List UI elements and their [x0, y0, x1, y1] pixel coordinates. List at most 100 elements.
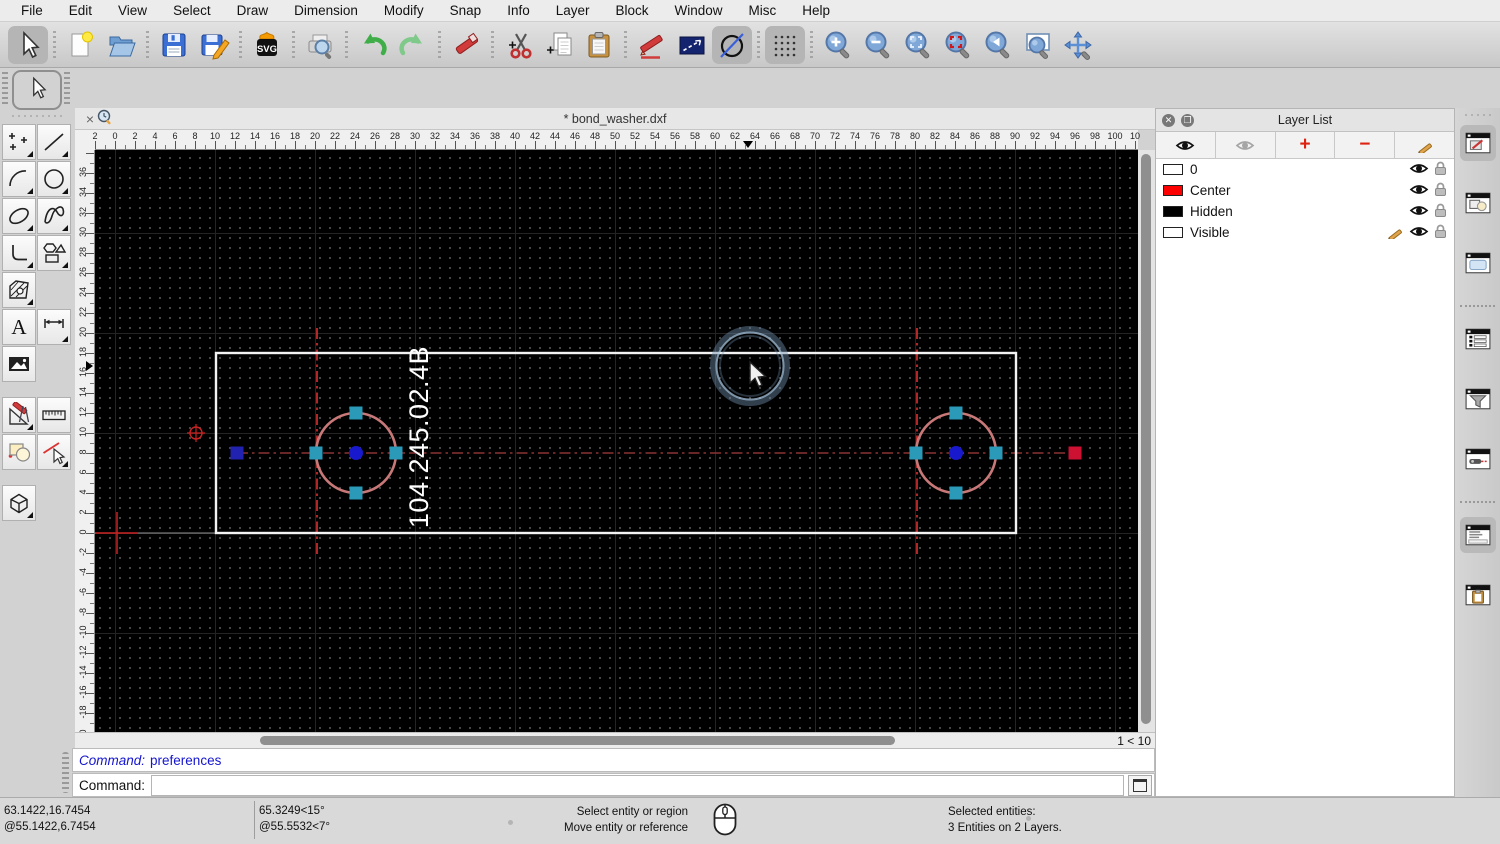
tool-arc[interactable]	[2, 161, 36, 197]
zoom-selected-button[interactable]	[938, 26, 978, 64]
layer-row-0[interactable]: 0	[1156, 159, 1454, 180]
dock-library-browser-button[interactable]	[1460, 245, 1496, 281]
save-button[interactable]	[154, 26, 194, 64]
tool-ellipse[interactable]	[2, 198, 36, 234]
selection-handle[interactable]	[989, 446, 1003, 460]
tool-spline[interactable]	[37, 198, 71, 234]
command-dock-handle[interactable]	[62, 752, 69, 793]
layer-lock-toggle[interactable]	[1434, 224, 1447, 242]
tool-measure[interactable]	[37, 397, 71, 433]
selection-handle[interactable]	[309, 446, 323, 460]
menu-snap[interactable]: Snap	[437, 3, 495, 18]
layer-visibility-toggle[interactable]	[1409, 161, 1429, 179]
layer-add-button[interactable]: +	[1276, 132, 1336, 158]
menu-misc[interactable]: Misc	[736, 3, 790, 18]
select-pointer-button[interactable]	[8, 25, 48, 64]
redo-button[interactable]	[393, 26, 433, 64]
selection-handle[interactable]	[949, 406, 963, 420]
zoom-auto-button[interactable]	[898, 26, 938, 64]
command-detach-button[interactable]	[1128, 774, 1152, 796]
layer-visibility-toggle[interactable]	[1409, 224, 1429, 242]
tool-text[interactable]: A	[2, 309, 36, 345]
new-file-button[interactable]	[61, 26, 101, 64]
snap-grid-button[interactable]	[765, 25, 805, 64]
draw-order-button[interactable]	[712, 25, 752, 64]
zoom-in-button[interactable]	[818, 26, 858, 64]
dock-selection-filter-button[interactable]	[1460, 381, 1496, 417]
layer-row-visible[interactable]: Visible	[1156, 222, 1454, 243]
drawing-area[interactable]: 104.245.02.4B	[95, 150, 1138, 732]
horizontal-scroll-thumb[interactable]	[260, 736, 895, 745]
sub-toolbar-handle-2[interactable]	[64, 72, 70, 104]
part-number-label[interactable]: 104.245.02.4B	[404, 346, 434, 528]
menu-edit[interactable]: Edit	[56, 3, 105, 18]
undo-button[interactable]	[353, 26, 393, 64]
zoom-out-button[interactable]	[858, 26, 898, 64]
zoom-pan-button[interactable]	[1058, 26, 1098, 64]
tool-deselect[interactable]	[37, 434, 71, 470]
palette-drag-handle[interactable]	[9, 114, 66, 118]
attributes-button[interactable]	[632, 26, 672, 64]
tool-hatch[interactable]	[2, 272, 36, 308]
tool-3d[interactable]	[2, 485, 36, 521]
menu-layer[interactable]: Layer	[543, 3, 603, 18]
tool-dimension[interactable]	[37, 309, 71, 345]
pointer-tool-button[interactable]	[12, 70, 62, 110]
dock-pen-palette-button[interactable]	[1460, 441, 1496, 477]
dock-clipboard-button[interactable]	[1460, 577, 1496, 613]
menu-block[interactable]: Block	[603, 3, 662, 18]
tool-polyline[interactable]	[2, 235, 36, 271]
menu-window[interactable]: Window	[662, 3, 736, 18]
svg-export-button[interactable]: SVG	[247, 26, 287, 64]
menu-dimension[interactable]: Dimension	[281, 3, 371, 18]
circle-center-point[interactable]	[949, 446, 963, 460]
command-input[interactable]	[151, 774, 1124, 796]
selection-handle[interactable]	[349, 486, 363, 500]
selection-handle[interactable]	[1068, 446, 1082, 460]
zoom-window-button[interactable]	[1018, 26, 1058, 64]
dock-block-list-button[interactable]	[1460, 185, 1496, 221]
layer-visibility-toggle[interactable]	[1409, 182, 1429, 200]
horizontal-scrollbar[interactable]: 1 < 10	[75, 732, 1155, 748]
selection-handle[interactable]	[949, 486, 963, 500]
selection-handle[interactable]	[909, 446, 923, 460]
menu-view[interactable]: View	[105, 3, 160, 18]
layer-row-center[interactable]: Center	[1156, 180, 1454, 201]
paste-button[interactable]	[579, 26, 619, 64]
menu-file[interactable]: File	[8, 3, 56, 18]
tool-circle[interactable]	[37, 161, 71, 197]
print-preview-button[interactable]	[300, 26, 340, 64]
selection-handle[interactable]	[349, 406, 363, 420]
delete-button[interactable]	[446, 26, 486, 64]
layers-hide-all-button[interactable]	[1216, 132, 1276, 158]
dock-command-line-button[interactable]	[1459, 517, 1496, 553]
vertical-scroll-thumb[interactable]	[1141, 154, 1151, 724]
save-as-button[interactable]	[194, 26, 234, 64]
circle-center-point[interactable]	[349, 446, 363, 460]
dock-entity-list-button[interactable]	[1460, 321, 1496, 357]
layer-lock-toggle[interactable]	[1434, 203, 1447, 221]
sub-toolbar-handle[interactable]	[2, 72, 8, 104]
cut-button[interactable]	[499, 26, 539, 64]
line-attributes-button[interactable]	[672, 26, 712, 64]
dock-layer-list-button[interactable]	[1459, 125, 1496, 161]
menu-select[interactable]: Select	[160, 3, 224, 18]
menu-help[interactable]: Help	[789, 3, 843, 18]
washer-outline[interactable]	[214, 351, 1018, 535]
layer-row-hidden[interactable]: Hidden	[1156, 201, 1454, 222]
copy-button[interactable]	[539, 26, 579, 64]
vertical-scrollbar[interactable]	[1138, 150, 1155, 732]
layer-lock-toggle[interactable]	[1434, 182, 1447, 200]
selection-handle[interactable]	[389, 446, 403, 460]
zoom-previous-button[interactable]	[978, 26, 1018, 64]
tool-info[interactable]	[2, 434, 36, 470]
menu-draw[interactable]: Draw	[224, 3, 282, 18]
tool-points[interactable]	[2, 124, 36, 160]
menu-info[interactable]: Info	[494, 3, 543, 18]
layer-remove-button[interactable]: −	[1335, 132, 1396, 158]
tool-image[interactable]	[2, 346, 36, 382]
layer-edit-button[interactable]	[1395, 132, 1454, 158]
dock-bar-handle[interactable]	[1462, 113, 1493, 117]
tool-line[interactable]	[37, 124, 71, 160]
open-file-button[interactable]	[101, 26, 141, 64]
